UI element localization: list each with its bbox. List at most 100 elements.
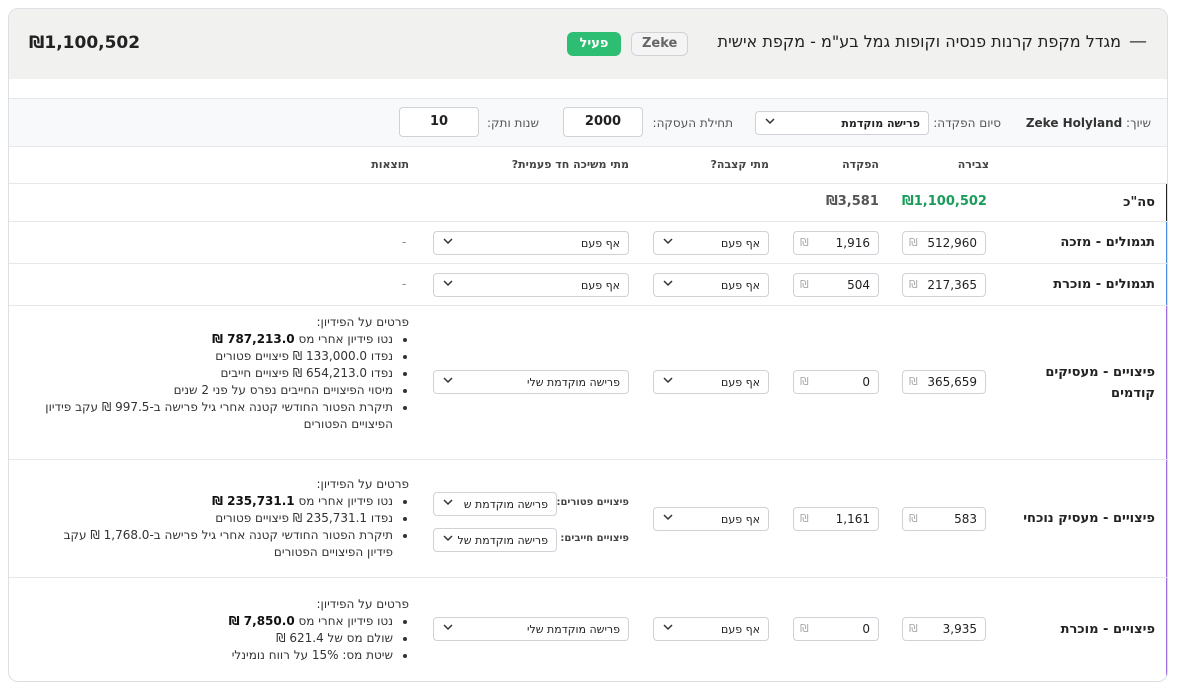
one-time-select[interactable]: אף פעם: [433, 231, 629, 255]
employment-start-input[interactable]: 2000: [563, 107, 643, 137]
fund-title: מגדל מקפת קרנות פנסיה וקופות גמל בע"מ - …: [717, 32, 1121, 51]
result-item: מיסוי הפיצויים החייבים נפרס על פני 2 שני…: [19, 382, 393, 399]
fund-total: ₪1,100,502: [29, 33, 141, 53]
result-text: נטו פידיון אחרי מס: [294, 614, 393, 628]
row-edge-marker: [1166, 264, 1167, 305]
taxable-severance-select[interactable]: פרישה מוקדמת של: [433, 528, 557, 552]
fund-header[interactable]: — מגדל מקפת קרנות פנסיה וקופות גמל בע"מ …: [9, 9, 1167, 79]
row-edge-marker: [1166, 460, 1167, 577]
results-title: פרטים על הפידיון:: [316, 597, 410, 611]
accumulation-input[interactable]: ₪ 583: [902, 507, 986, 531]
accumulation-input[interactable]: ₪ 365,659: [902, 370, 986, 394]
taxable-severance-label: פיצויים חייבים:: [560, 533, 629, 544]
one-time-select[interactable]: אף פעם: [433, 273, 629, 297]
result-item: נטו פידיון אחרי מס 787,213.0 ₪: [19, 331, 393, 348]
tenure-input[interactable]: 10: [399, 107, 479, 137]
row-edge-marker: [1166, 578, 1167, 681]
minus-icon[interactable]: —: [1129, 31, 1147, 52]
result-text: תיקרת הפטור החודשי קטנה אחרי גיל פרישה ב…: [45, 400, 393, 431]
chevron-down-icon: [443, 280, 453, 287]
col-accumulation: צבירה: [957, 158, 989, 171]
allowance-select[interactable]: אף פעם: [653, 507, 769, 531]
result-item: נטו פידיון אחרי מס 235,731.1 ₪: [39, 493, 393, 510]
total-label: סה"כ: [1123, 195, 1155, 210]
row-edge-marker: [1166, 222, 1167, 263]
owner-value: Zeke Holyland: [1025, 116, 1123, 130]
allowance-value: אף פעם: [721, 279, 760, 292]
result-text: שולם מס של 621.4 ₪: [276, 631, 393, 645]
currency-symbol: ₪: [909, 278, 918, 291]
filters-bar: שיוך: Zeke Holyland סיום הפקדה: פרישה מו…: [9, 99, 1167, 147]
result-text: תיקרת הפטור החודשי קטנה אחרי גיל פרישה ב…: [63, 528, 393, 559]
currency-symbol: ₪: [800, 278, 809, 291]
result-item: נפדו 654,213.0 ₪ פיצויים חייבים: [19, 365, 393, 382]
deposit-end-label: סיום הפקדה:: [933, 116, 1001, 130]
chevron-down-icon: [443, 377, 453, 384]
currency-symbol: ₪: [909, 236, 918, 249]
row-edge-marker: [1166, 184, 1167, 221]
exempt-severance-label: פיצויים פטורים:: [556, 497, 629, 508]
row-label: פיצויים - מעסיק נוכחי: [1023, 511, 1155, 526]
result-text: נפדו 654,213.0 ₪ פיצויים חייבים: [220, 366, 393, 380]
deposit-input[interactable]: ₪ 1,161: [793, 507, 879, 531]
result-highlight: 787,213.0 ₪: [212, 332, 295, 346]
accumulation-input[interactable]: ₪ 3,935: [902, 617, 986, 641]
one-time-select[interactable]: פרישה מוקדמת שלי: [433, 617, 629, 641]
currency-symbol: ₪: [909, 622, 918, 635]
chevron-down-icon: [663, 238, 673, 245]
redemption-details: פרטים על הפידיון: נטו פידיון אחרי מס 235…: [39, 476, 409, 561]
allowance-select[interactable]: אף פעם: [653, 617, 769, 641]
deposit-input[interactable]: ₪ 0: [793, 370, 879, 394]
deposit-input[interactable]: ₪ 0: [793, 617, 879, 641]
user-badge: Zeke: [631, 32, 689, 56]
exempt-severance-value: פרישה מוקדמת ש: [463, 498, 548, 511]
result-highlight: 7,850.0 ₪: [228, 614, 295, 628]
col-allowance: מתי קצבה?: [710, 158, 769, 171]
total-row: סה"כ ₪1,100,502 ₪3,581: [9, 184, 1167, 222]
result-item: נטו פידיון אחרי מס 7,850.0 ₪: [69, 613, 393, 630]
results-title: פרטים על הפידיון:: [316, 477, 410, 491]
deposit-input[interactable]: ₪ 504: [793, 273, 879, 297]
deposit-input[interactable]: ₪ 1,916: [793, 231, 879, 255]
col-deposit: הפקדה: [842, 158, 879, 171]
deposit-value: 1,916: [835, 236, 870, 250]
currency-symbol: ₪: [800, 622, 809, 635]
table-row: תגמולים - מזכה ₪ 512,960 ₪ 1,916 אף פעם …: [9, 222, 1167, 264]
accumulation-input[interactable]: ₪ 512,960: [902, 231, 986, 255]
allowance-select[interactable]: אף פעם: [653, 273, 769, 297]
result-text: נפדו 133,000.0 ₪ פיצויים פטורים: [215, 349, 393, 363]
table-row: תגמולים - מוכרת ₪ 217,365 ₪ 504 אף פעם א…: [9, 264, 1167, 306]
result-empty: -: [402, 235, 407, 249]
table-row: פיצויים - מעסיק נוכחי ₪ 583 ₪ 1,161 אף פ…: [9, 460, 1167, 578]
allowance-select[interactable]: אף פעם: [653, 231, 769, 255]
one-time-value: אף פעם: [581, 279, 620, 292]
chevron-down-icon: [663, 624, 673, 631]
accumulation-value: 365,659: [927, 375, 977, 389]
result-item: תיקרת הפטור החודשי קטנה אחרי גיל פרישה ב…: [19, 399, 393, 433]
exempt-severance-select[interactable]: פרישה מוקדמת ש: [433, 492, 557, 516]
allowance-select[interactable]: אף פעם: [653, 370, 769, 394]
chevron-down-icon: [663, 514, 673, 521]
row-label: תגמולים - מוכרת: [1053, 277, 1155, 292]
row-edge-marker: [1166, 306, 1167, 459]
row-label: פיצויים - מוכרת: [1060, 622, 1155, 637]
deposit-end-select[interactable]: פרישה מוקדמת: [755, 111, 929, 135]
chevron-down-icon: [765, 118, 775, 125]
chevron-down-icon: [443, 238, 453, 245]
one-time-select[interactable]: פרישה מוקדמת שלי: [433, 370, 629, 394]
chevron-down-icon: [443, 499, 453, 506]
redemption-details: פרטים על הפידיון: נטו פידיון אחרי מס 787…: [19, 314, 409, 433]
results-list: נטו פידיון אחרי מס 235,731.1 ₪ נפדו 235,…: [39, 493, 409, 561]
accumulation-input[interactable]: ₪ 217,365: [902, 273, 986, 297]
chevron-down-icon: [663, 377, 673, 384]
result-text: שיטת מס: 15% על רווח נומינלי: [231, 648, 393, 662]
result-text: נפדו 235,731.1 ₪ פיצויים פטורים: [215, 511, 393, 525]
result-item: תיקרת הפטור החודשי קטנה אחרי גיל פרישה ב…: [39, 527, 393, 561]
table-row: פיצויים - מעסיקים קודמים ₪ 365,659 ₪ 0 א…: [9, 306, 1167, 460]
taxable-severance-value: פרישה מוקדמת של: [457, 534, 548, 547]
employment-start-label: תחילת העסקה:: [652, 116, 733, 130]
owner-label: שיוך:: [1126, 116, 1151, 130]
accumulation-value: 217,365: [927, 278, 977, 292]
accumulation-value: 3,935: [942, 622, 977, 636]
results-title: פרטים על הפידיון:: [316, 315, 410, 329]
